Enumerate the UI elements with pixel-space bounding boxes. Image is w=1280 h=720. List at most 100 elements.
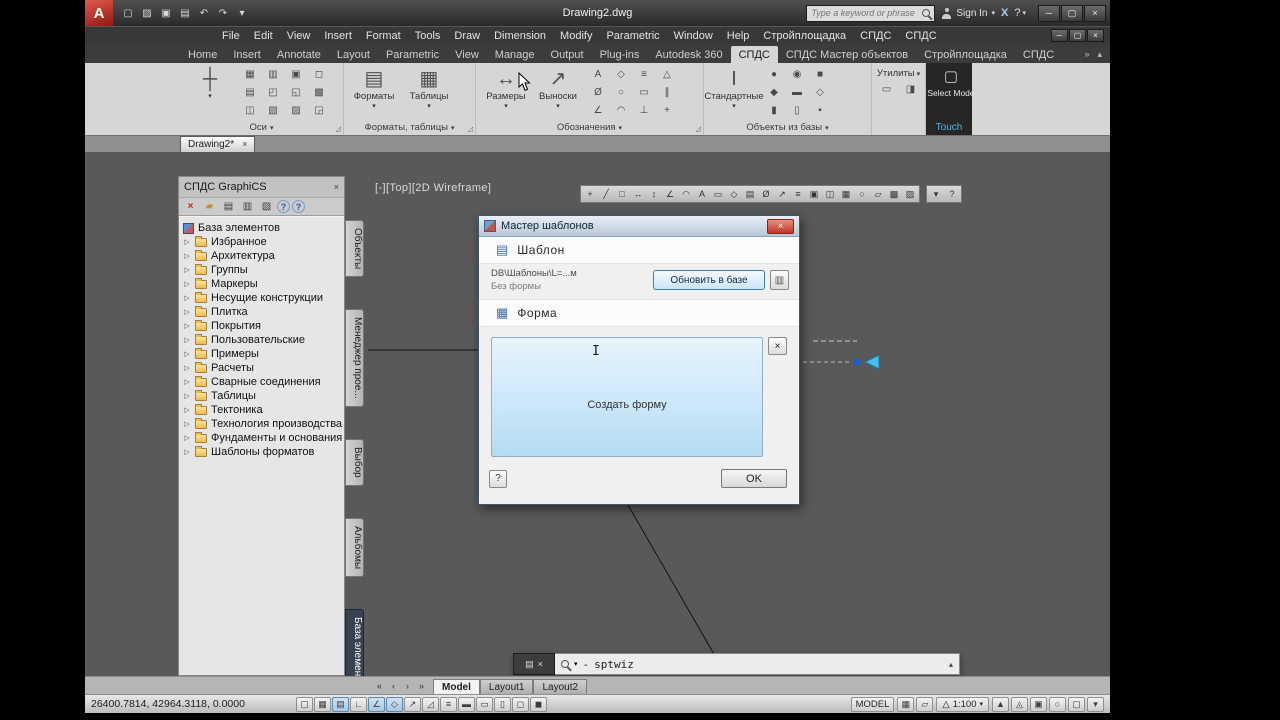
ribbon-small-button[interactable]: ∠: [587, 102, 609, 119]
toolbar-button[interactable]: ?: [944, 187, 960, 202]
palette-tab[interactable]: Объекты: [345, 220, 364, 278]
expand-icon[interactable]: ▷: [183, 406, 191, 414]
ribbon-tab[interactable]: Manage: [487, 46, 543, 63]
tree-item[interactable]: ▷ Покрытия: [181, 319, 342, 333]
dialog-help-button[interactable]: ?: [489, 469, 507, 488]
ribbon-small-button[interactable]: ◻: [308, 66, 330, 83]
qat-button[interactable]: ▾: [233, 4, 251, 22]
status-icon[interactable]: ▲: [992, 696, 1009, 712]
toolbar-button[interactable]: ○: [854, 187, 870, 202]
ribbon-tab[interactable]: Annotate: [269, 46, 329, 63]
expand-icon[interactable]: ▷: [183, 350, 191, 358]
mdi-window-button[interactable]: ▢: [1069, 29, 1086, 42]
tree-item[interactable]: ▷ Тектоника: [181, 403, 342, 417]
status-icon[interactable]: ▣: [1030, 696, 1047, 712]
palette-header[interactable]: СПДС GraphiCS ×: [179, 177, 344, 197]
recent-commands-icon[interactable]: ▾: [574, 660, 578, 668]
space-toggle-icon[interactable]: ▦: [897, 696, 915, 712]
toolbar-button[interactable]: ↗: [774, 187, 790, 202]
tree-item[interactable]: ▷ Плитка: [181, 305, 342, 319]
ribbon-minimize-icon[interactable]: ▴: [1097, 49, 1102, 60]
status-toggle-icon[interactable]: ▦: [314, 696, 331, 712]
toolbar-button[interactable]: ↕: [646, 187, 662, 202]
palette-toolbar-icon[interactable]: ?: [292, 200, 305, 213]
expand-icon[interactable]: ▷: [183, 238, 191, 246]
tree-item[interactable]: ▷ Несущие конструкции: [181, 291, 342, 305]
ribbon-small-button[interactable]: ◇: [809, 84, 831, 101]
menu-item[interactable]: СПДС: [853, 30, 898, 42]
ribbon-small-button[interactable]: ▩: [308, 84, 330, 101]
space-toggle-icon[interactable]: ▱: [916, 696, 934, 712]
status-toggle-icon[interactable]: ◻: [512, 696, 529, 712]
tree-item[interactable]: ▷ Примеры: [181, 347, 342, 361]
menu-item[interactable]: Draw: [447, 30, 487, 42]
tree-item[interactable]: ▷ Группы: [181, 263, 342, 277]
window-button[interactable]: ─: [1038, 4, 1060, 22]
toolbar-button[interactable]: ∠: [662, 187, 678, 202]
command-close-icon[interactable]: ×: [538, 659, 543, 669]
panel-label-db-objects[interactable]: Объекты из базы ▾: [704, 120, 871, 135]
expand-icon[interactable]: ▷: [183, 420, 191, 428]
layout-tab[interactable]: Layout1: [479, 679, 534, 694]
toolbar-button[interactable]: ↔: [630, 187, 646, 202]
ribbon-small-button[interactable]: ◇: [610, 66, 632, 83]
ribbon-small-button[interactable]: ∥: [656, 84, 678, 101]
expand-icon[interactable]: ▷: [183, 434, 191, 442]
tree-item[interactable]: ▷ Избранное: [181, 235, 342, 249]
ribbon-tab[interactable]: View: [447, 46, 487, 63]
ribbon-tab[interactable]: Output: [543, 46, 592, 63]
palette-toolbar-icon[interactable]: ▥: [239, 199, 256, 215]
expand-icon[interactable]: ▷: [183, 266, 191, 274]
command-search-icon[interactable]: [561, 660, 569, 668]
ribbon-small-button[interactable]: ◠: [610, 102, 632, 119]
qat-button[interactable]: ↷: [214, 4, 232, 22]
ribbon-tab[interactable]: Стройплощадка: [916, 46, 1015, 63]
ribbon-tab[interactable]: СПДС Мастер объектов: [778, 46, 916, 63]
search-icon[interactable]: [922, 9, 931, 17]
toolbar-button[interactable]: ◫: [822, 187, 838, 202]
signin-button[interactable]: Sign In ▾: [941, 7, 995, 19]
status-icon[interactable]: ○: [1049, 696, 1066, 712]
menu-item[interactable]: View: [280, 30, 318, 42]
tree-item[interactable]: ▷ Архитектура: [181, 249, 342, 263]
tree-item[interactable]: ▷ Сварные соединения: [181, 375, 342, 389]
document-tab[interactable]: Drawing2* ×: [180, 136, 256, 152]
qat-button[interactable]: ▤: [176, 4, 194, 22]
ribbon-small-button[interactable]: ■: [809, 66, 831, 83]
ribbon-big-button[interactable]: ▦ Таблицы ▾: [403, 66, 455, 110]
ribbon-small-button[interactable]: ○: [610, 84, 632, 101]
expand-icon[interactable]: ▷: [183, 322, 191, 330]
axes-button[interactable]: ┼ ▾: [184, 66, 236, 100]
tree-root[interactable]: База элементов: [181, 221, 342, 235]
tree-item[interactable]: ▷ Расчеты: [181, 361, 342, 375]
menu-item[interactable]: СПДС: [898, 30, 943, 42]
layout-nav-button[interactable]: »: [415, 679, 428, 693]
menu-item[interactable]: Tools: [408, 30, 448, 42]
ribbon-big-button[interactable]: ▤ Форматы ▾: [348, 66, 400, 110]
ribbon-small-button[interactable]: ◲: [308, 102, 330, 119]
status-icon[interactable]: ▢: [1068, 696, 1085, 712]
toolbar-button[interactable]: □: [614, 187, 630, 202]
ribbon-tab[interactable]: Plug-ins: [592, 46, 648, 63]
help-search[interactable]: [806, 4, 936, 22]
toolbar-button[interactable]: ▭: [710, 187, 726, 202]
menu-item[interactable]: Help: [720, 30, 757, 42]
ribbon-small-button[interactable]: Ø: [587, 84, 609, 101]
toolbar-button[interactable]: ≡: [790, 187, 806, 202]
menu-item[interactable]: Parametric: [599, 30, 666, 42]
ok-button[interactable]: OK: [721, 469, 787, 488]
expand-icon[interactable]: ▷: [183, 448, 191, 456]
palette-toolbar-icon[interactable]: ?: [277, 200, 290, 213]
palette-tab[interactable]: Менеджер прое...: [345, 309, 364, 407]
tree-item[interactable]: ▷ Пользовательские: [181, 333, 342, 347]
ribbon-small-button[interactable]: ◱: [285, 84, 307, 101]
status-toggle-icon[interactable]: ▯: [494, 696, 511, 712]
layout-tab[interactable]: Layout2: [533, 679, 588, 694]
help-menu-button[interactable]: ? ▾: [1014, 7, 1026, 19]
expand-icon[interactable]: ▷: [183, 336, 191, 344]
dialog-close-button[interactable]: ×: [767, 218, 794, 234]
toolbar-button[interactable]: ◠: [678, 187, 694, 202]
layout-tab[interactable]: Model: [433, 679, 480, 694]
toolbar-button[interactable]: ▣: [806, 187, 822, 202]
ribbon-small-button[interactable]: △: [656, 66, 678, 83]
